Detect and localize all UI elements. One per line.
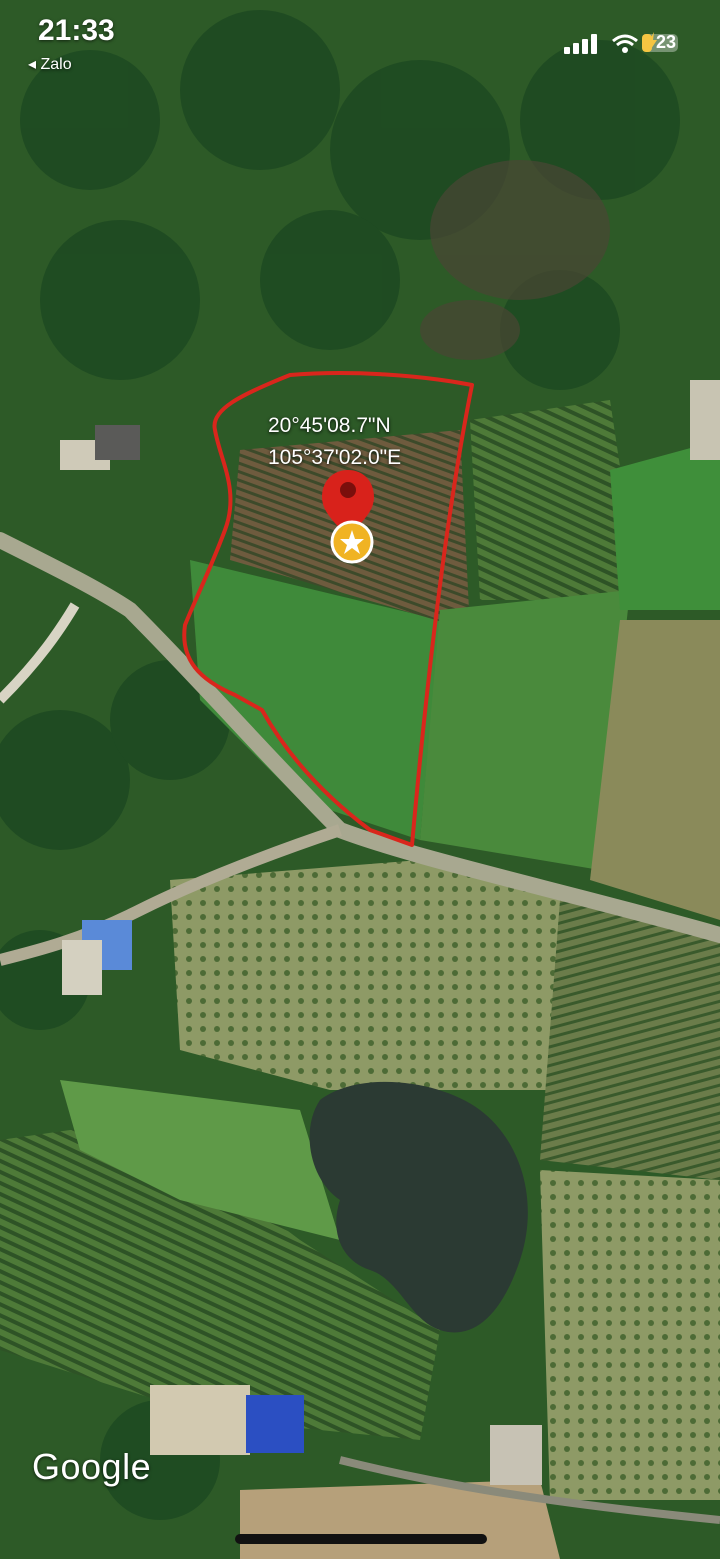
building	[690, 380, 720, 460]
orchard-center	[170, 860, 560, 1090]
latitude-label: 20°45'08.7"N	[268, 414, 391, 437]
status-bar: 21:33 ◂ Zalo 23	[0, 0, 720, 80]
field-south-east	[540, 1170, 720, 1500]
orchard-east-lower	[540, 900, 720, 1180]
building	[490, 1425, 542, 1485]
grass-east	[610, 440, 720, 610]
battery-level: 23	[656, 32, 677, 52]
longitude-label: 105°37'02.0"E	[268, 446, 402, 469]
cellular-signal-icon	[564, 34, 597, 54]
google-logo: Google	[32, 1446, 152, 1487]
satellite-map[interactable]	[0, 0, 720, 1559]
star-icon	[330, 520, 374, 564]
home-indicator[interactable]	[235, 1534, 487, 1544]
building-blue-roof	[150, 1385, 304, 1455]
back-to-app-link[interactable]: ◂ Zalo	[28, 54, 72, 74]
wifi-icon	[612, 34, 638, 53]
battery-icon: 23	[640, 30, 682, 54]
pin-coordinates: 20°45'08.7"N 105°37'02.0"E	[268, 410, 401, 474]
status-time: 21:33	[38, 14, 115, 47]
